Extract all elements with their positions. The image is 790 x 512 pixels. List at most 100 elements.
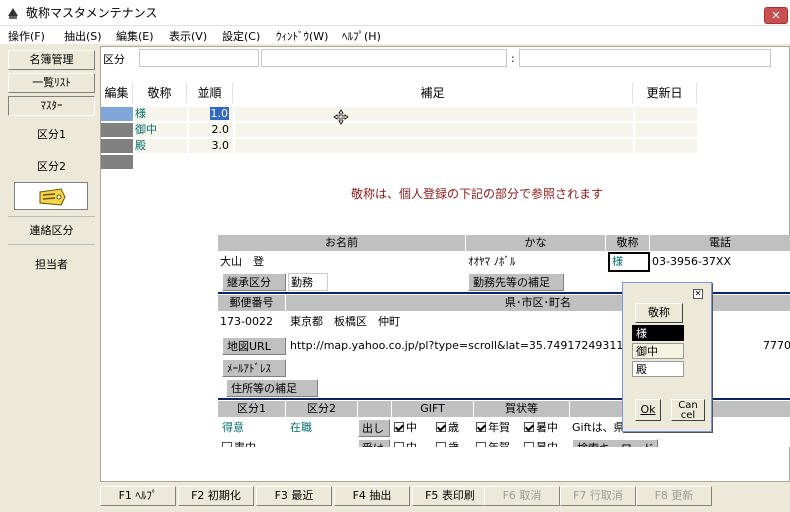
header-category2: 区分2 bbox=[286, 401, 358, 417]
header-kana: かな bbox=[466, 235, 606, 251]
f8-update-button[interactable]: F8 更新 bbox=[636, 486, 712, 506]
f3-recent-button[interactable]: F3 最近 bbox=[256, 486, 332, 506]
menu-bar: 操作(F) 抽出(S) 編集(E) 表示(V) 設定(C) ｳｨﾝﾄﾞｳ(W) … bbox=[0, 26, 790, 44]
popup-item[interactable]: 御中 bbox=[632, 343, 684, 359]
recv-mid-label: 中 bbox=[406, 441, 417, 447]
person-honorific-field[interactable]: 様 bbox=[608, 252, 650, 272]
grid-cell-order[interactable]: 3.0 bbox=[189, 139, 233, 153]
close-button[interactable]: ✕ bbox=[764, 7, 788, 24]
recv-year-checkbox[interactable]: 歳 bbox=[436, 439, 472, 447]
popup-cancel-button[interactable]: Can cel bbox=[671, 399, 705, 421]
zip-code: 173-0022 bbox=[220, 315, 273, 328]
recv-summer-label: 暑中 bbox=[536, 441, 558, 447]
col-header-note[interactable]: 補足 bbox=[233, 83, 633, 103]
col-header-edit[interactable]: 編集 bbox=[101, 83, 133, 103]
gift-mid-checkbox[interactable]: 中 bbox=[394, 419, 434, 437]
grid-cell-note[interactable] bbox=[235, 123, 633, 137]
title-bar: 敬称マスタメンテナンス ✕ bbox=[0, 0, 790, 26]
checkbox-icon bbox=[394, 422, 404, 432]
mourning-label: 喪中 bbox=[234, 441, 256, 447]
label-search-keyword: 検索キーワード bbox=[572, 439, 658, 447]
header-gift: GIFT bbox=[392, 401, 474, 417]
sidebar-divider bbox=[8, 244, 95, 245]
recv-mid-checkbox[interactable]: 中 bbox=[394, 439, 434, 447]
menu-operation[interactable]: 操作(F) bbox=[8, 28, 45, 44]
label-work-supplement: 勤務先等の補足 bbox=[468, 273, 564, 291]
popup-close-icon[interactable]: ✕ bbox=[693, 289, 703, 299]
sidebar-divider bbox=[8, 216, 95, 217]
category1-value: 得意 bbox=[222, 421, 244, 434]
popup-ok-button[interactable]: Ok bbox=[635, 399, 661, 421]
f6-cancel-button[interactable]: F6 取消 bbox=[484, 486, 560, 506]
person-kana: ｵｵﾔﾏ ﾉﾎﾞﾙ bbox=[468, 255, 516, 268]
f5-print-button[interactable]: F5 表印刷 bbox=[412, 486, 488, 506]
reference-note: 敬称は、個人登録の下記の部分で参照されます bbox=[351, 187, 604, 201]
sidebar-list-button[interactable]: 一覧ﾘｽﾄ bbox=[8, 73, 95, 93]
grid-cell-honorific[interactable]: 殿 bbox=[135, 139, 187, 153]
col-header-updated[interactable]: 更新日 bbox=[633, 83, 697, 103]
sidebar: 名簿管理 一覧ﾘｽﾄ ﾏｽﾀｰ 区分1 区分2 連絡区分 担当者 運用 bbox=[4, 46, 99, 508]
mourning-checkbox[interactable]: 喪中 bbox=[222, 439, 284, 447]
sidebar-item-category2[interactable]: 区分2 bbox=[8, 158, 95, 174]
summer-checkbox[interactable]: 暑中 bbox=[524, 419, 570, 437]
menu-extract[interactable]: 抽出(S) bbox=[64, 28, 102, 44]
header-tel: 電話 bbox=[650, 235, 790, 251]
sidebar-master-button[interactable]: ﾏｽﾀｰ bbox=[8, 96, 95, 116]
checkbox-icon bbox=[436, 422, 446, 432]
f4-extract-button[interactable]: F4 抽出 bbox=[334, 486, 410, 506]
popup-header-button[interactable]: 敬称 bbox=[635, 303, 683, 323]
checkbox-icon bbox=[476, 442, 486, 447]
row-selector[interactable] bbox=[101, 107, 133, 121]
category-select[interactable] bbox=[139, 49, 259, 67]
menu-window[interactable]: ｳｨﾝﾄﾞｳ(W) bbox=[276, 28, 328, 44]
grid-cell-updated[interactable] bbox=[635, 139, 697, 153]
grid-cell-order-value: 1.0 bbox=[209, 107, 229, 120]
sidebar-item-honorific[interactable] bbox=[14, 182, 88, 210]
recv-newyear-checkbox[interactable]: 年賀 bbox=[476, 439, 522, 447]
map-url-tail: 7770 bbox=[763, 339, 790, 352]
row-selector[interactable] bbox=[101, 139, 133, 153]
checkbox-icon bbox=[394, 442, 404, 447]
header-address: 県･市区･町名 bbox=[286, 295, 790, 311]
person-tel: 03-3956-37XX bbox=[652, 255, 731, 268]
menu-view[interactable]: 表示(V) bbox=[169, 28, 207, 44]
row-selector[interactable] bbox=[101, 123, 133, 137]
grid-cell-note[interactable] bbox=[235, 107, 633, 121]
menu-help[interactable]: ﾍﾙﾌﾟ(H) bbox=[342, 28, 381, 44]
checkbox-icon bbox=[524, 422, 534, 432]
newyear-label: 年賀 bbox=[488, 421, 510, 434]
header-greeting: 賀状等 bbox=[474, 401, 570, 417]
recv-summer-checkbox[interactable]: 暑中 bbox=[524, 439, 570, 447]
header-honorific: 敬称 bbox=[606, 235, 650, 251]
grid-cell-honorific[interactable]: 様 bbox=[135, 107, 187, 121]
grid-cell-order[interactable]: 2.0 bbox=[189, 123, 233, 137]
popup-item-selected[interactable]: 様 bbox=[632, 325, 684, 341]
category-name-field[interactable] bbox=[519, 49, 771, 67]
f2-init-button[interactable]: F2 初期化 bbox=[178, 486, 254, 506]
row-selector-new[interactable] bbox=[101, 155, 133, 169]
grid-cell-honorific[interactable]: 御中 bbox=[135, 123, 187, 137]
menu-edit[interactable]: 編集(E) bbox=[116, 28, 154, 44]
label-relation: 継承区分 bbox=[222, 273, 286, 291]
filter-label: 区分 bbox=[103, 53, 125, 66]
popup-item[interactable]: 殿 bbox=[632, 361, 684, 377]
grid-cell-updated[interactable] bbox=[635, 107, 697, 121]
sidebar-item-contact-category[interactable]: 連絡区分 bbox=[8, 222, 95, 238]
sidebar-item-staff[interactable]: 担当者 bbox=[8, 256, 95, 272]
f7-row-cancel-button[interactable]: F7 行取消 bbox=[560, 486, 636, 506]
honorific-picker-popup: ✕ 敬称 様 御中 殿 Ok Can cel bbox=[622, 282, 712, 432]
f1-help-button[interactable]: F1 ﾍﾙﾌﾟ bbox=[100, 486, 176, 506]
grid-cell-order[interactable]: 1.0 bbox=[189, 107, 233, 121]
sidebar-roster-button[interactable]: 名簿管理 bbox=[8, 50, 95, 70]
sidebar-item-category1[interactable]: 区分1 bbox=[8, 126, 95, 142]
category2-value: 在職 bbox=[290, 421, 312, 434]
header-category1: 区分1 bbox=[218, 401, 286, 417]
col-header-honorific[interactable]: 敬称 bbox=[133, 83, 187, 103]
menu-settings[interactable]: 設定(C) bbox=[222, 28, 260, 44]
grid-cell-updated[interactable] bbox=[635, 123, 697, 137]
category-code-field[interactable] bbox=[261, 49, 507, 67]
gift-year-checkbox[interactable]: 歳 bbox=[436, 419, 472, 437]
newyear-checkbox[interactable]: 年賀 bbox=[476, 419, 522, 437]
grid-cell-note[interactable] bbox=[235, 139, 633, 153]
col-header-order[interactable]: 並順 bbox=[187, 83, 233, 103]
